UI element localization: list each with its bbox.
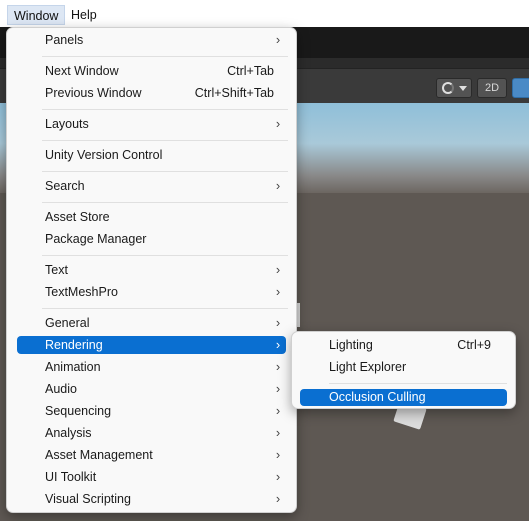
menu-separator bbox=[42, 109, 288, 110]
chevron-right-icon: › bbox=[275, 116, 281, 131]
menu-item-asset-management[interactable]: Asset Management › bbox=[17, 446, 286, 464]
menu-item-shortcut: Ctrl+Tab bbox=[227, 64, 274, 78]
menu-separator bbox=[42, 308, 288, 309]
menu-separator bbox=[42, 202, 288, 203]
menu-window[interactable]: Window bbox=[7, 5, 66, 25]
chevron-right-icon: › bbox=[275, 491, 281, 506]
menu-item-label: Package Manager bbox=[45, 232, 147, 246]
menu-item-label: Animation bbox=[45, 360, 101, 374]
menu-item-shortcut: Ctrl+Shift+Tab bbox=[194, 86, 274, 100]
dropdown-arrow-icon bbox=[459, 86, 467, 91]
menu-item-label: Audio bbox=[45, 382, 77, 396]
menu-item-label: UI Toolkit bbox=[45, 470, 97, 484]
menu-item-label: Rendering bbox=[45, 338, 103, 352]
menu-item-previous-window[interactable]: Previous Window Ctrl+Shift+Tab bbox=[17, 84, 286, 102]
menu-item-analysis[interactable]: Analysis › bbox=[17, 424, 286, 442]
menu-item-label: TextMeshPro bbox=[45, 285, 118, 299]
menu-item-audio[interactable]: Audio › bbox=[17, 380, 286, 398]
menu-item-visual-scripting[interactable]: Visual Scripting › bbox=[17, 490, 286, 508]
menu-item-label: Previous Window bbox=[45, 86, 142, 100]
chevron-right-icon: › bbox=[275, 284, 281, 299]
menu-item-label: Lighting bbox=[329, 338, 373, 352]
menu-item-label: Asset Management bbox=[45, 448, 153, 462]
menu-item-next-window[interactable]: Next Window Ctrl+Tab bbox=[17, 62, 286, 80]
chevron-right-icon: › bbox=[275, 32, 281, 47]
menu-item-label: Occlusion Culling bbox=[329, 390, 426, 404]
menu-item-unity-version-control[interactable]: Unity Version Control bbox=[17, 146, 286, 164]
menu-item-shortcut: Ctrl+9 bbox=[457, 338, 491, 352]
menu-item-animation[interactable]: Animation › bbox=[17, 358, 286, 376]
menu-item-label: Panels bbox=[45, 33, 84, 47]
menu-item-general[interactable]: General › bbox=[17, 314, 286, 332]
menu-item-label: Sequencing bbox=[45, 404, 112, 418]
menu-item-ui-toolkit[interactable]: UI Toolkit › bbox=[17, 468, 286, 486]
menu-item-occlusion-culling[interactable]: Occlusion Culling bbox=[300, 389, 507, 406]
chevron-right-icon: › bbox=[275, 381, 281, 396]
menu-item-text[interactable]: Text › bbox=[17, 261, 286, 279]
chevron-right-icon: › bbox=[275, 337, 281, 352]
menu-separator bbox=[42, 140, 288, 141]
menu-item-label: General bbox=[45, 316, 90, 330]
chevron-right-icon: › bbox=[275, 359, 281, 374]
menu-item-layouts[interactable]: Layouts › bbox=[17, 115, 286, 133]
menu-item-search[interactable]: Search › bbox=[17, 177, 286, 195]
chevron-right-icon: › bbox=[275, 469, 281, 484]
menu-item-label: Next Window bbox=[45, 64, 119, 78]
lighting-toggle-button[interactable] bbox=[512, 78, 529, 98]
menu-item-panels[interactable]: Panels › bbox=[17, 31, 286, 49]
shading-mode-button[interactable] bbox=[436, 78, 472, 98]
chevron-right-icon: › bbox=[275, 447, 281, 462]
menu-separator bbox=[42, 171, 288, 172]
mode-2d-button[interactable]: 2D bbox=[477, 78, 507, 98]
menu-item-label: Analysis bbox=[45, 426, 92, 440]
menu-bar: Window Help bbox=[0, 0, 529, 27]
menu-item-label: Search bbox=[45, 179, 85, 193]
menu-item-sequencing[interactable]: Sequencing › bbox=[17, 402, 286, 420]
rendering-submenu: Lighting Ctrl+9 Light Explorer Occlusion… bbox=[291, 331, 516, 409]
chevron-right-icon: › bbox=[275, 403, 281, 418]
window-menu: Panels › Next Window Ctrl+Tab Previous W… bbox=[6, 27, 297, 513]
chevron-right-icon: › bbox=[275, 178, 281, 193]
menu-item-package-manager[interactable]: Package Manager bbox=[17, 230, 286, 248]
chevron-right-icon: › bbox=[275, 262, 281, 277]
menu-item-label: Light Explorer bbox=[329, 360, 407, 374]
menu-item-label: Unity Version Control bbox=[45, 148, 163, 162]
menu-item-light-explorer[interactable]: Light Explorer bbox=[300, 358, 507, 376]
menu-help[interactable]: Help bbox=[65, 5, 103, 25]
menu-item-textmeshpro[interactable]: TextMeshPro › bbox=[17, 283, 286, 301]
chevron-right-icon: › bbox=[275, 315, 281, 330]
menu-item-label: Layouts bbox=[45, 117, 89, 131]
menu-item-lighting[interactable]: Lighting Ctrl+9 bbox=[300, 336, 507, 354]
menu-item-label: Text bbox=[45, 263, 68, 277]
menu-item-asset-store[interactable]: Asset Store bbox=[17, 208, 286, 226]
menu-item-label: Visual Scripting bbox=[45, 492, 131, 506]
menu-separator bbox=[42, 56, 288, 57]
chevron-right-icon: › bbox=[275, 425, 281, 440]
menu-item-rendering[interactable]: Rendering › bbox=[17, 336, 286, 354]
menu-separator bbox=[42, 255, 288, 256]
menu-separator bbox=[329, 383, 507, 384]
gizmo-shading-icon bbox=[442, 82, 454, 94]
menu-item-label: Asset Store bbox=[45, 210, 110, 224]
